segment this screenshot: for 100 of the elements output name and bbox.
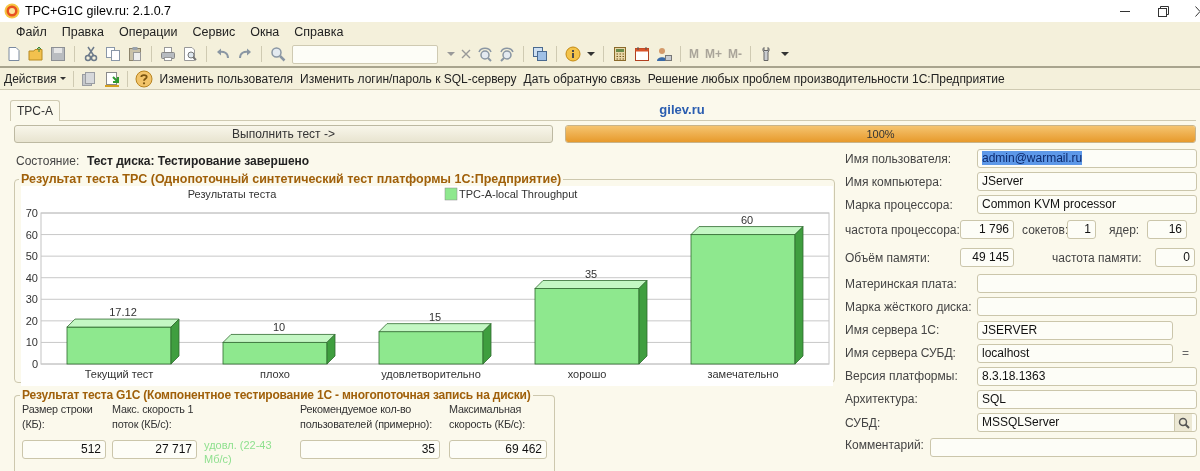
field-label: Размер строки (КБ): bbox=[22, 402, 94, 432]
app-logo-icon bbox=[4, 3, 20, 19]
windows-icon[interactable] bbox=[532, 46, 548, 62]
legend-label: TPC-A-local Throughput bbox=[459, 188, 578, 200]
category-label: замечательно bbox=[707, 368, 779, 380]
input-field[interactable]: 1 bbox=[1067, 220, 1096, 240]
scissors-icon[interactable] bbox=[83, 46, 99, 62]
category-label: плохо bbox=[260, 368, 290, 380]
calendar-icon[interactable] bbox=[634, 46, 650, 62]
folder-icon[interactable] bbox=[28, 46, 44, 62]
category-label: хорошо bbox=[567, 368, 607, 380]
run-test-button[interactable]: Выполнить тест -> bbox=[14, 125, 553, 143]
print-preview-icon[interactable] bbox=[182, 46, 198, 62]
find-next-icon[interactable] bbox=[477, 46, 493, 62]
tick-label: 30 bbox=[25, 293, 38, 306]
field-label: Архитектура: bbox=[845, 392, 919, 407]
actions-menu[interactable]: Действия bbox=[4, 71, 66, 86]
value-field[interactable]: 27 717 bbox=[112, 440, 197, 459]
printer-icon[interactable] bbox=[160, 46, 176, 62]
category-label: удовлетворительно bbox=[381, 368, 481, 380]
value-field[interactable]: 35 bbox=[300, 440, 440, 459]
dropdown-caret-icon[interactable] bbox=[587, 52, 595, 56]
dropdown-caret-icon[interactable] bbox=[781, 52, 789, 56]
input-field[interactable] bbox=[977, 274, 1197, 294]
paste-icon[interactable] bbox=[127, 46, 143, 62]
tick-label: 0 bbox=[31, 358, 38, 370]
action-link[interactable]: Дать обратную связь bbox=[523, 71, 641, 86]
field-label: Марка жёсткого диска: bbox=[845, 299, 973, 314]
status-label: Состояние: bbox=[16, 154, 81, 168]
input-field[interactable]: 16 bbox=[1147, 220, 1187, 240]
search-field[interactable] bbox=[292, 44, 438, 64]
group-title: Результат теста TPC (Однопоточный синтетический тест платформы 1С:Предприятие) bbox=[20, 172, 563, 186]
field-label: частота памяти: bbox=[1052, 250, 1143, 265]
field-label: Марка процессора: bbox=[845, 197, 954, 212]
search-button[interactable] bbox=[1174, 414, 1192, 432]
field-label: Материнская плата: bbox=[845, 276, 958, 291]
field-label: Имя сервера СУБД: bbox=[845, 346, 957, 361]
field-label: СУБД: bbox=[845, 415, 882, 430]
new-document-icon[interactable] bbox=[6, 46, 22, 62]
input-field[interactable]: localhost bbox=[977, 343, 1173, 363]
tab[interactable]: TPC-A bbox=[10, 100, 60, 121]
menu-item[interactable]: Сервис bbox=[191, 25, 237, 39]
input-field[interactable] bbox=[977, 297, 1197, 317]
input-field[interactable]: 0 bbox=[1155, 248, 1195, 268]
help-icon[interactable] bbox=[134, 69, 153, 88]
input-field[interactable]: SQL bbox=[977, 389, 1197, 409]
field-label: Объём памяти: bbox=[845, 250, 932, 265]
field-label: Имя пользователя: bbox=[845, 151, 953, 166]
suffix-label: = bbox=[1182, 346, 1189, 361]
data-label: 35 bbox=[584, 267, 598, 280]
field-label: Рекомендуемое кол-во пользователей (примерно): bbox=[300, 402, 434, 432]
progress-reading: 100% bbox=[866, 128, 895, 140]
search-icon bbox=[1177, 416, 1190, 429]
field-label: Версия платформы: bbox=[845, 369, 959, 384]
action-link[interactable]: Изменить пользователя bbox=[159, 71, 294, 86]
import-icon[interactable] bbox=[103, 70, 120, 87]
input-field[interactable]: JServer bbox=[977, 172, 1197, 192]
menu-item[interactable]: Правка bbox=[60, 25, 105, 39]
menu-item[interactable]: Окна bbox=[249, 25, 281, 39]
menu-item[interactable]: Справка bbox=[293, 25, 345, 39]
tick-label: 60 bbox=[25, 228, 38, 241]
menu-item[interactable]: Файл bbox=[15, 25, 48, 39]
restore-icon[interactable] bbox=[1158, 5, 1169, 17]
input-field[interactable]: 8.3.18.1363 bbox=[977, 366, 1197, 386]
field-label: ядер: bbox=[1109, 222, 1141, 237]
tick-label: 20 bbox=[25, 314, 38, 327]
chart-title: Результаты теста bbox=[187, 188, 277, 200]
action-link[interactable]: Решение любых проблем производительности 1С:Предприятие bbox=[647, 71, 1005, 86]
input-field[interactable]: MSSQLServer bbox=[977, 413, 1197, 433]
users-icon[interactable] bbox=[656, 46, 672, 62]
action-link[interactable]: Изменить логин/пароль к SQL-серверу bbox=[300, 71, 517, 86]
tick-label: 40 bbox=[25, 271, 38, 284]
copy-icon[interactable] bbox=[105, 46, 121, 62]
status-value: Тест диска: Тестирование завершено bbox=[87, 154, 310, 168]
group-title: Результат теста G1C (Компонентное тестирование 1С - многопоточная запись на диски) bbox=[21, 388, 532, 402]
tick-label: 50 bbox=[25, 250, 38, 263]
value-field[interactable]: 69 462 bbox=[449, 440, 547, 459]
field-label: Имя компьютера: bbox=[845, 174, 944, 189]
calculator-icon[interactable] bbox=[612, 46, 628, 62]
clear-icon[interactable] bbox=[461, 49, 471, 59]
menu-item[interactable]: Операции bbox=[117, 25, 179, 39]
input-field[interactable]: 49 145 bbox=[960, 248, 1014, 268]
field-label: Комментарий: bbox=[845, 438, 925, 453]
input-field[interactable] bbox=[930, 438, 1197, 458]
find-previous-icon[interactable] bbox=[499, 46, 515, 62]
value-field[interactable]: 512 bbox=[22, 440, 106, 459]
field-label: Макс. скорость 1 поток (КБ/с): bbox=[112, 402, 195, 432]
field-label: частота процессора: bbox=[845, 222, 960, 237]
document-stack-icon[interactable] bbox=[80, 70, 97, 87]
tick-label: 70 bbox=[25, 207, 38, 219]
input-field[interactable]: 1 796 bbox=[960, 220, 1014, 240]
save-icon[interactable] bbox=[50, 46, 66, 62]
data-label: 15 bbox=[428, 310, 442, 323]
input-field[interactable]: JSERVER bbox=[977, 320, 1173, 340]
input-field[interactable]: admin@warmail.ru bbox=[977, 149, 1197, 169]
site-label[interactable]: gilev.ru bbox=[659, 101, 705, 117]
dropdown-caret-icon bbox=[59, 77, 66, 80]
input-field[interactable]: Common KVM processor bbox=[977, 195, 1197, 215]
search-icon[interactable] bbox=[270, 46, 286, 62]
info-icon[interactable] bbox=[565, 46, 581, 62]
